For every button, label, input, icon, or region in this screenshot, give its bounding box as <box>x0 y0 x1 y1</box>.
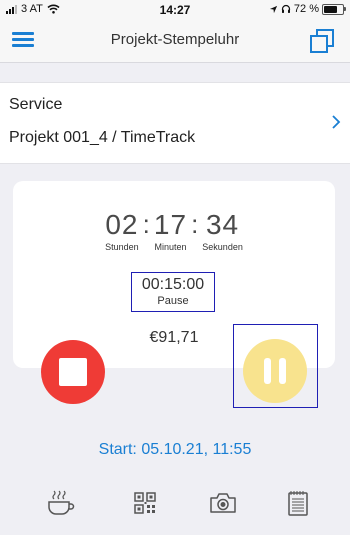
project-name: Projekt 001_4 / TimeTrack <box>9 129 196 146</box>
notepad-icon[interactable] <box>283 488 313 518</box>
project-selector[interactable]: Service Projekt 001_4 / TimeTrack <box>0 82 350 164</box>
copy-icon[interactable] <box>308 27 336 55</box>
page-title: Projekt-Stempeluhr <box>110 31 240 48</box>
headphones-icon <box>281 4 291 13</box>
stop-button[interactable] <box>41 340 105 404</box>
bottom-toolbar <box>0 484 350 524</box>
coffee-cup-icon[interactable] <box>45 488 75 518</box>
seconds-value: 34 <box>205 209 240 240</box>
elapsed-time: 02 Stunden : 17 Minuten : 34 Sekunden <box>13 209 335 253</box>
hours-value: 02 <box>105 209 139 240</box>
minutes-label: Minuten <box>154 242 187 252</box>
time-separator: : <box>191 209 199 239</box>
hours-unit: 02 Stunden <box>105 209 139 253</box>
qr-code-icon[interactable] <box>130 488 160 518</box>
seconds-label: Sekunden <box>202 242 243 252</box>
status-right: 72 % <box>269 3 346 15</box>
nav-bar: Projekt-Stempeluhr <box>0 20 350 63</box>
pause-time: 00:15:00 <box>141 276 205 293</box>
minutes-value: 17 <box>153 209 188 240</box>
pause-button[interactable] <box>243 339 307 403</box>
pause-label: Pause <box>157 295 189 307</box>
pause-icon <box>279 358 286 384</box>
chevron-right-icon <box>332 115 341 129</box>
service-label: Service <box>9 96 63 113</box>
pause-icon <box>264 358 271 384</box>
hours-label: Stunden <box>105 242 139 252</box>
camera-icon[interactable] <box>208 488 238 518</box>
battery-percent: 72 % <box>293 3 319 15</box>
location-arrow-icon <box>269 5 278 13</box>
pause-duration[interactable]: 00:15:00 Pause <box>131 272 215 312</box>
time-separator: : <box>142 209 150 239</box>
stop-icon <box>59 358 87 386</box>
battery-fill <box>324 5 337 13</box>
minutes-unit: 17 Minuten <box>153 209 188 253</box>
status-bar: 3 AT 14:27 72 % <box>0 0 350 20</box>
start-time: Start: 05.10.21, 11:55 <box>98 441 252 458</box>
battery-icon <box>322 3 346 15</box>
seconds-unit: 34 Sekunden <box>202 209 243 253</box>
